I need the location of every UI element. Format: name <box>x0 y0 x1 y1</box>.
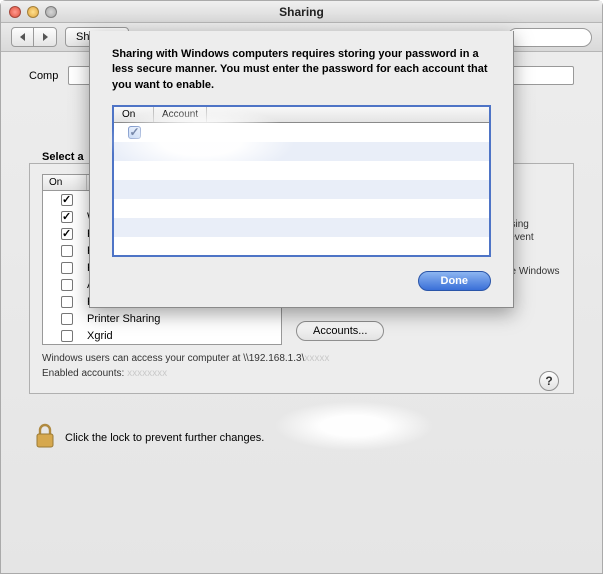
computer-name-label: Comp <box>29 70 58 82</box>
account-checkbox[interactable] <box>128 126 141 139</box>
done-button[interactable]: Done <box>418 271 492 291</box>
group-title: Select a <box>42 151 84 163</box>
service-row[interactable]: Xgrid <box>43 327 281 344</box>
service-checkbox[interactable] <box>61 330 73 342</box>
service-checkbox[interactable] <box>61 296 73 308</box>
help-button[interactable]: ? <box>539 371 559 391</box>
services-header-on: On <box>43 175 87 190</box>
forward-button[interactable] <box>34 28 56 46</box>
service-checkbox[interactable] <box>61 228 73 240</box>
accounts-button[interactable]: Accounts... <box>296 321 384 341</box>
back-button[interactable] <box>12 28 34 46</box>
accounts-header-on: On <box>114 107 154 122</box>
service-row[interactable]: Printer Sharing <box>43 310 281 327</box>
enabled-accounts-line: Enabled accounts: xxxxxxxx <box>42 368 561 379</box>
account-row[interactable] <box>114 123 489 142</box>
accounts-header-account: Account <box>154 107 207 122</box>
service-checkbox[interactable] <box>61 194 73 206</box>
service-label: Xgrid <box>87 330 113 342</box>
access-address-line: Windows users can access your computer a… <box>42 353 561 364</box>
titlebar: Sharing <box>1 1 602 23</box>
sheet-message: Sharing with Windows computers requires … <box>112 47 491 93</box>
service-label: Printer Sharing <box>87 313 160 325</box>
accounts-sheet: Sharing with Windows computers requires … <box>89 31 514 308</box>
lock-icon[interactable] <box>33 422 57 453</box>
lock-row: Click the lock to prevent further change… <box>29 422 574 453</box>
window-title: Sharing <box>1 5 602 19</box>
lock-text: Click the lock to prevent further change… <box>65 432 264 444</box>
sharing-preferences-window: Sharing Show All Comp Select a On Servic… <box>0 0 603 574</box>
search-input[interactable] <box>507 28 592 47</box>
service-checkbox[interactable] <box>61 262 73 274</box>
service-checkbox[interactable] <box>61 279 73 291</box>
service-checkbox[interactable] <box>61 245 73 257</box>
nav-back-forward <box>11 27 57 47</box>
service-checkbox[interactable] <box>61 313 73 325</box>
accounts-table: On Account <box>112 105 491 257</box>
service-checkbox[interactable] <box>61 211 73 223</box>
